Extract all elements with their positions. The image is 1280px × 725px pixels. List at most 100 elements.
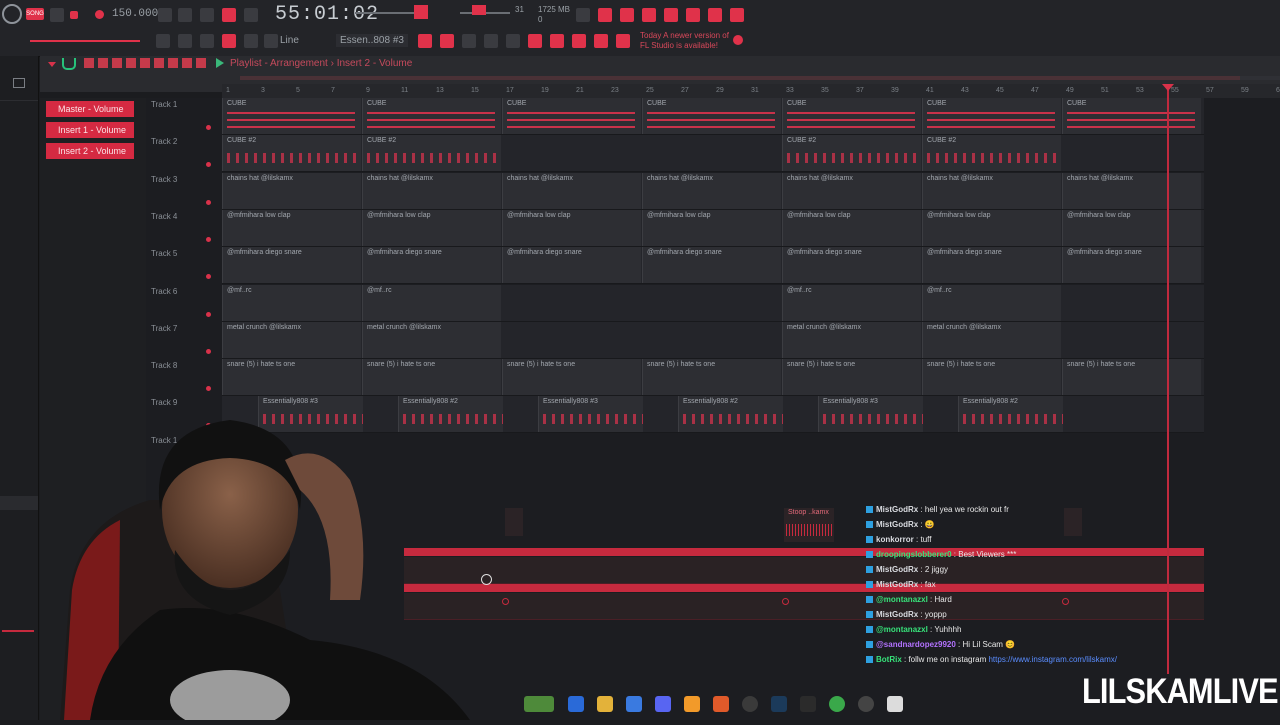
song-position-display[interactable]: 55:01:02 — [275, 3, 379, 26]
pattern-clip[interactable]: CUBE — [222, 98, 361, 134]
copilot-icon[interactable] — [568, 696, 584, 712]
brush-tool-icon[interactable] — [98, 58, 108, 68]
slice-tool-icon[interactable] — [154, 58, 164, 68]
track-label[interactable]: Track 8 — [151, 361, 177, 370]
pattern-clip[interactable]: @mfmihara diego snare — [922, 247, 1061, 283]
pattern-clip[interactable]: @mfmihara diego snare — [222, 247, 361, 283]
update-icon[interactable] — [733, 35, 743, 45]
pattern-clip[interactable]: @mfmihara diego snare — [362, 247, 501, 283]
track-label[interactable]: Track 1 — [151, 100, 177, 109]
delete-tool-icon[interactable] — [112, 58, 122, 68]
slip-tool-icon[interactable] — [140, 58, 150, 68]
pattern-clip[interactable]: CUBE — [642, 98, 781, 134]
track-mute-led[interactable] — [206, 125, 211, 130]
record-icon[interactable] — [95, 10, 104, 19]
snap-icon[interactable] — [178, 34, 192, 48]
track-mute-led[interactable] — [206, 312, 211, 317]
cut-icon[interactable] — [598, 8, 612, 22]
pattern-clip[interactable]: metal crunch @lilskamx — [922, 322, 1061, 358]
chat-username[interactable]: MistGodRx — [876, 505, 918, 514]
touch-keyboard-icon[interactable] — [572, 34, 586, 48]
chat-username[interactable]: @sandnardopez9920 — [876, 640, 956, 649]
weather-icon[interactable] — [524, 696, 554, 712]
pattern-clip[interactable]: @mfmihara low clap — [642, 210, 781, 246]
pattern-clip[interactable]: CUBE #2 — [782, 135, 921, 171]
track-mute-led[interactable] — [206, 162, 211, 167]
export-icon[interactable] — [686, 8, 700, 22]
pattern-clip[interactable]: @mfmihara diego snare — [782, 247, 921, 283]
pattern-clip[interactable]: CUBE — [362, 98, 501, 134]
snap-mode-label[interactable]: Line — [280, 35, 299, 46]
browser-icon[interactable] — [506, 34, 520, 48]
pattern-clip[interactable]: @mf..rc — [362, 285, 501, 321]
pattern-clip[interactable]: @mf..rc — [922, 285, 1061, 321]
pause-icon[interactable] — [50, 8, 64, 22]
playback-tool-icon[interactable] — [196, 58, 206, 68]
track-lane[interactable]: CUBE #2 CUBE #2 CUBE #2 CUBE #2 — [222, 135, 1204, 172]
playlist-menu-icon[interactable] — [48, 62, 56, 68]
project-info-icon[interactable] — [594, 34, 608, 48]
steam-icon[interactable] — [771, 696, 787, 712]
pattern-picker-icon[interactable] — [156, 34, 170, 48]
sample-clip[interactable]: Stoop ..kamx — [784, 508, 834, 542]
stamp-icon[interactable] — [244, 34, 258, 48]
track-mute-led[interactable] — [206, 274, 211, 279]
track-lane[interactable]: @mfmihara diego snare @mfmihara diego sna… — [222, 247, 1204, 284]
pattern-clip[interactable]: metal crunch @lilskamx — [362, 322, 501, 358]
chat-link[interactable]: https://www.instagram.com/lilskamx/ — [988, 655, 1116, 664]
track-lane[interactable]: chains hat @lilskamx chains hat @lilskamx… — [222, 173, 1204, 210]
chat-username[interactable]: @montanazxl — [876, 595, 928, 604]
plugin-picker-icon[interactable] — [550, 34, 564, 48]
pitch-knob[interactable] — [472, 5, 486, 15]
script-output-icon[interactable] — [616, 34, 630, 48]
store-icon[interactable] — [626, 696, 642, 712]
pattern-clip[interactable]: @mfmihara diego snare — [642, 247, 781, 283]
pattern-clip[interactable]: Essentially808 #2 — [958, 396, 1063, 432]
position-slider[interactable] — [30, 40, 140, 42]
countdown-icon[interactable] — [200, 8, 214, 22]
discord-icon[interactable] — [655, 696, 671, 712]
chat-username[interactable]: MistGodRx — [876, 565, 918, 574]
magnet-icon[interactable] — [62, 58, 76, 70]
tempo-display[interactable]: 150.000 — [112, 8, 158, 20]
pattern-clip[interactable]: metal crunch @lilskamx — [222, 322, 361, 358]
playhead-marker-icon[interactable] — [1162, 84, 1174, 91]
fl-studio-icon[interactable] — [684, 696, 700, 712]
help-icon[interactable] — [642, 8, 656, 22]
track-lane[interactable]: @mf..rc @mf..rc @mf..rc @mf..rc — [222, 285, 1204, 322]
microphone-icon[interactable] — [620, 8, 634, 22]
pattern-clip[interactable]: @mf..rc — [782, 285, 921, 321]
pattern-clip[interactable]: snare (5) i hate ts one — [502, 359, 641, 395]
pattern-clip[interactable]: chains hat @lilskamx — [502, 173, 641, 209]
pattern-clip[interactable]: snare (5) i hate ts one — [782, 359, 921, 395]
chrome-icon[interactable] — [829, 696, 845, 712]
update-notice[interactable]: Today A newer version of FL Studio is ava… — [640, 31, 729, 51]
playlist-icon[interactable] — [418, 34, 432, 48]
pencil-tool-icon[interactable] — [84, 58, 94, 68]
track-label[interactable]: Track 5 — [151, 249, 177, 258]
pattern-clip[interactable]: CUBE — [782, 98, 921, 134]
track-label[interactable]: Track 2 — [151, 137, 177, 146]
pattern-clip[interactable]: chains hat @lilskamx — [1062, 173, 1201, 209]
pattern-clip[interactable]: chains hat @lilskamx — [782, 173, 921, 209]
automation-item-insert1-volume[interactable]: Insert 1 - Volume — [46, 122, 134, 138]
chat-username[interactable]: @montanazxl — [876, 625, 928, 634]
track-lane[interactable]: metal crunch @lilskamx metal crunch @lils… — [222, 322, 1204, 359]
pattern-clip[interactable]: snare (5) i hate ts one — [362, 359, 501, 395]
file-explorer-icon[interactable] — [597, 696, 613, 712]
master-volume-knob[interactable] — [414, 5, 428, 19]
track-label[interactable]: Track 4 — [151, 212, 177, 221]
scroll-thumb[interactable] — [240, 76, 1240, 80]
mute-tool-icon[interactable] — [126, 58, 136, 68]
chat-username[interactable]: MistGodRx — [876, 520, 918, 529]
track-lane[interactable]: snare (5) i hate ts one snare (5) i hate … — [222, 359, 1204, 396]
chat-username[interactable]: konkorror — [876, 535, 914, 544]
zoom-tool-icon[interactable] — [182, 58, 192, 68]
pattern-clip[interactable]: Essentially808 #2 — [678, 396, 783, 432]
metronome-icon[interactable] — [158, 8, 172, 22]
pattern-selector[interactable]: Essen..808 #3 — [336, 34, 408, 47]
track-mute-led[interactable] — [206, 386, 211, 391]
pattern-clip[interactable]: @mfmihara low clap — [502, 210, 641, 246]
pattern-clip[interactable]: CUBE — [1062, 98, 1201, 134]
pattern-clip[interactable]: CUBE #2 — [222, 135, 361, 171]
